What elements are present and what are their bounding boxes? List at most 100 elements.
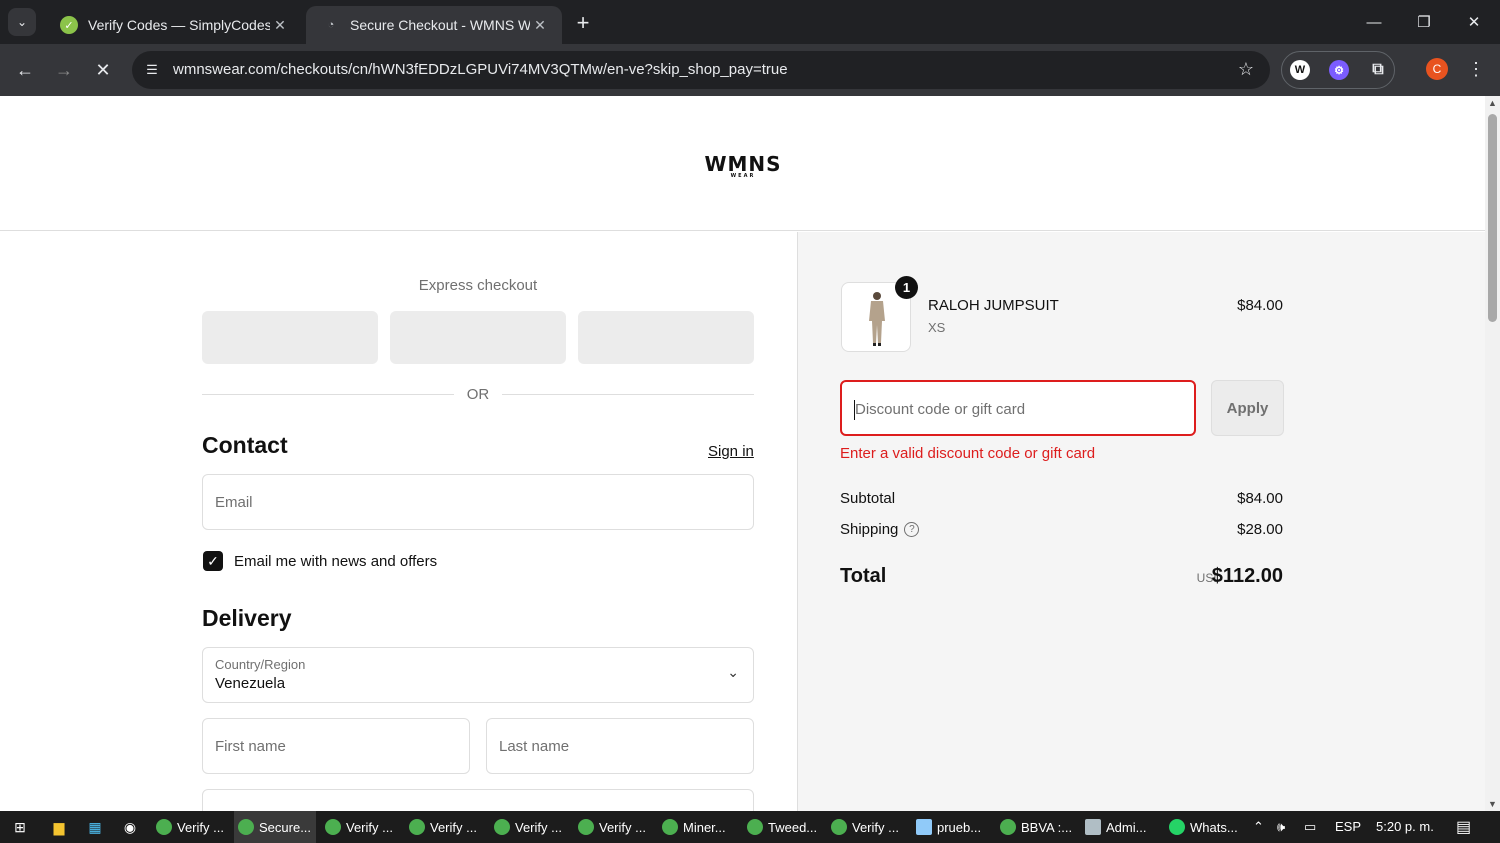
subtotal-value: $84.00 [1237,490,1283,507]
taskbar-app-label: Whats... [1190,819,1238,835]
volume-icon[interactable]: 🕪 [1277,819,1285,835]
minimize-window-button[interactable]: — [1351,8,1397,36]
chrome-icon [831,819,847,835]
taskbar-app[interactable]: Verify ... [405,811,485,843]
taskbar-app-label: Verify ... [515,819,562,835]
taskbar-app[interactable]: Verify ... [827,811,907,843]
show-hidden-icons-icon[interactable]: ⌃ [1253,819,1264,835]
windows-taskbar: ⊞ ▆ ▦ ◉ Verify ... Secure... Verify ... … [0,811,1500,843]
express-pay-button-1[interactable] [202,311,378,364]
address-field[interactable] [202,789,754,811]
chrome-icon [494,819,510,835]
purple-extension-icon[interactable]: ⚙ [1329,60,1349,80]
shipping-value: $28.00 [1237,521,1283,538]
express-checkout-title: Express checkout [418,277,538,294]
chevron-down-icon: ⌄ [727,664,739,680]
product-variant: XS [928,320,946,335]
subtotal-label-text: Subtotal [840,490,896,507]
taskbar-app[interactable]: Verify ... [152,811,232,843]
back-button[interactable]: ← [11,56,39,84]
scroll-down-arrow-icon[interactable]: ▼ [1488,799,1497,809]
url-text[interactable]: wmnswear.com/checkouts/cn/hWN3fEDDzLGPUV… [173,61,788,78]
email-placeholder: Email [215,494,253,511]
store-logo[interactable]: WMNS WEAR [698,152,788,179]
taskbar-app-label: Verify ... [430,819,477,835]
tab-search-button[interactable]: ⌄ [8,8,36,36]
taskbar-app[interactable]: prueb... [912,811,992,843]
newsletter-label[interactable]: Email me with news and offers [234,553,437,570]
taskbar-app-label: Admi... [1106,819,1147,835]
last-name-placeholder: Last name [499,738,570,755]
notifications-icon[interactable]: ▤ [1456,817,1471,837]
taskbar-app[interactable]: Tweed... [743,811,823,843]
checkout-form: Express checkout OR Contact Sign in Emai… [0,232,797,811]
taskbar-app[interactable]: Secure... [234,811,316,843]
discount-code-input[interactable]: Discount code or gift card [840,380,1196,436]
taskbar-app[interactable]: Verify ... [321,811,401,843]
product-price: $84.00 [1237,297,1283,314]
tab-verify-codes[interactable]: ✓ Verify Codes — SimplyCodes ✕ [44,6,302,44]
bookmark-star-icon[interactable]: ☆ [1238,59,1254,80]
stop-loading-button[interactable]: ✕ [89,56,117,84]
file-explorer-icon[interactable]: ▆ [49,817,69,837]
email-field[interactable]: Email [202,474,754,530]
forward-button[interactable]: → [50,56,78,84]
profile-avatar[interactable]: C [1426,58,1448,80]
browser-menu-icon[interactable]: ⋮ [1466,58,1486,80]
taskbar-app[interactable]: Admi... [1081,811,1161,843]
address-bar[interactable]: ☰ wmnswear.com/checkouts/cn/hWN3fEDDzLGP… [132,51,1270,89]
notepad-icon [916,819,932,835]
help-icon[interactable]: ? [904,522,920,537]
taskbar-app[interactable]: BBVA :... [996,811,1076,843]
store-header: WMNS WEAR [0,96,1485,231]
express-pay-button-2[interactable] [390,311,566,364]
first-name-placeholder: First name [215,738,286,755]
express-pay-button-3[interactable] [578,311,754,364]
new-tab-button[interactable]: + [570,10,596,36]
close-tab-icon[interactable]: ✕ [530,17,550,34]
taskbar-app[interactable]: Miner... [658,811,738,843]
network-icon[interactable]: ▭ [1304,819,1316,835]
taskbar-app[interactable]: Whats... [1165,811,1245,843]
page-scrollbar[interactable]: ▲ ▼ [1485,96,1500,811]
chrome-icon[interactable]: ◉ [120,817,140,837]
sign-in-link[interactable]: Sign in [708,443,754,460]
tab-secure-checkout[interactable]: ◔ Secure Checkout - WMNS WEA ✕ [306,6,562,44]
apply-button[interactable]: Apply [1211,380,1284,436]
taskbar-app-label: Verify ... [599,819,646,835]
simplycodes-favicon-icon: ✓ [60,16,78,34]
scrollbar-thumb[interactable] [1488,114,1497,322]
quantity-badge: 1 [895,276,918,299]
close-window-button[interactable]: ✕ [1451,8,1497,36]
language-indicator[interactable]: ESP [1335,819,1361,834]
wikiwand-extension-icon[interactable]: W [1290,60,1310,80]
chrome-icon [325,819,341,835]
discount-error-message: Enter a valid discount code or gift card [840,445,1096,462]
chrome-icon [747,819,763,835]
taskbar-app-label: prueb... [937,819,982,835]
country-select[interactable]: Country/Region Venezuela ⌄ [202,647,754,703]
close-tab-icon[interactable]: ✕ [270,17,290,34]
scroll-up-arrow-icon[interactable]: ▲ [1488,98,1497,108]
shipping-label: Shipping ? [840,521,920,538]
order-summary: 1 RALOH JUMPSUIT XS $84.00 Discount code… [797,232,1485,811]
newsletter-checkbox[interactable]: ✓ [203,551,223,571]
store-icon[interactable]: ▦ [85,817,105,837]
divider [502,394,754,395]
last-name-field[interactable]: Last name [486,718,754,774]
first-name-field[interactable]: First name [202,718,470,774]
windows-start-icon[interactable]: ⊞ [10,817,30,837]
taskbar-app[interactable]: Verify ... [574,811,654,843]
extensions-puzzle-icon[interactable]: ⧉ [1368,60,1388,80]
taskbar-app-label: Secure... [259,819,312,835]
shipping-label-text: Shipping [840,521,899,538]
browser-tab-bar: ⌄ ✓ Verify Codes — SimplyCodes ✕ ◔ Secur… [0,0,1500,44]
clock[interactable]: 5:20 p. m. [1376,819,1434,834]
delivery-heading: Delivery [202,605,292,631]
restore-window-button[interactable]: ❐ [1401,8,1447,36]
taskbar-app-label: Tweed... [768,819,818,835]
total-value: $112.00 [1211,565,1283,587]
site-settings-icon[interactable]: ☰ [142,60,162,80]
taskbar-app[interactable]: Verify ... [490,811,570,843]
loading-favicon-icon: ◔ [327,19,335,31]
